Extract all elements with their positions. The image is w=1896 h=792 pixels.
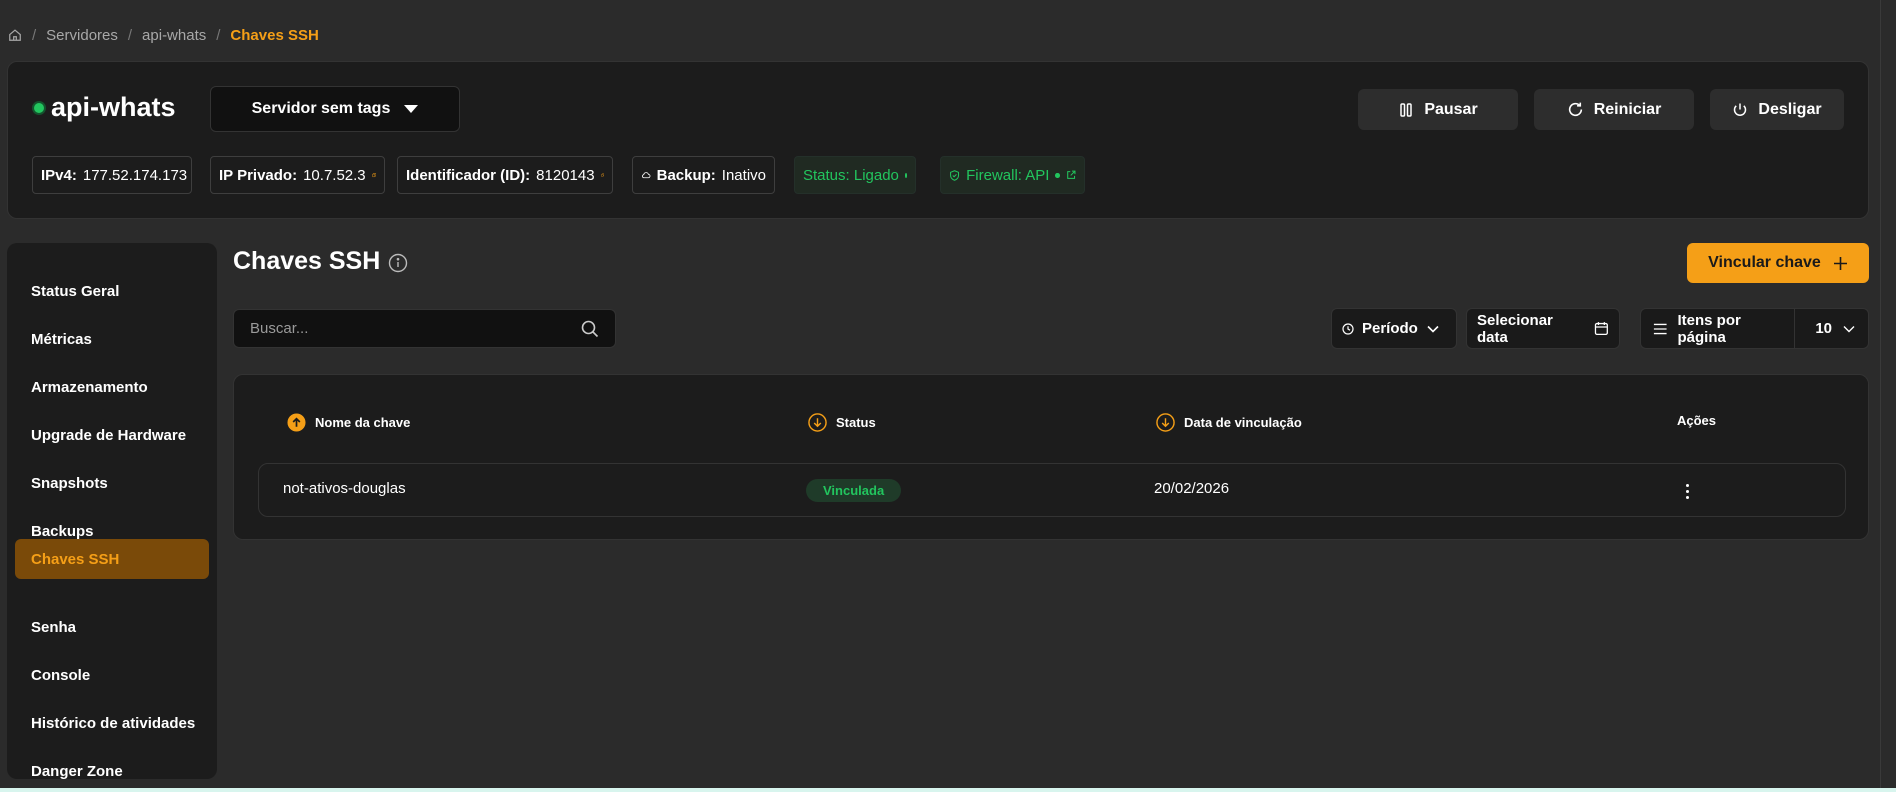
- list-icon: [1653, 323, 1667, 334]
- pause-button[interactable]: Pausar: [1358, 89, 1518, 130]
- sidebar-item-historico[interactable]: Histórico de atividades: [15, 703, 209, 743]
- backup-chip: Backup: Inativo: [632, 156, 775, 194]
- power-icon: [1734, 103, 1747, 116]
- home-icon[interactable]: [8, 28, 22, 42]
- ipv4-chip: IPv4: 177.52.174.173: [32, 156, 192, 194]
- backup-label: Backup:: [656, 166, 716, 184]
- breadcrumb-separator: /: [216, 26, 221, 44]
- breadcrumb-current: Chaves SSH: [230, 26, 319, 44]
- sort-down-icon[interactable]: [808, 413, 827, 432]
- sidebar: Status Geral Métricas Armazenamento Upgr…: [7, 243, 217, 780]
- date-filter[interactable]: Selecionar data: [1466, 308, 1620, 349]
- per-page-label-group: Itens por página: [1641, 309, 1796, 348]
- per-page-selector[interactable]: Itens por página 10: [1640, 308, 1869, 349]
- key-name-cell: not-ativos-douglas: [283, 480, 406, 497]
- sort-up-icon[interactable]: [287, 413, 306, 432]
- link-key-button[interactable]: Vincular chave: [1687, 243, 1869, 283]
- column-header-actions-label: Ações: [1677, 413, 1717, 428]
- server-title: api-whats: [51, 92, 176, 122]
- sidebar-item-danger-zone[interactable]: Danger Zone: [15, 751, 209, 791]
- table-row: not-ativos-douglas Vinculada 20/02/2026: [258, 463, 1846, 517]
- breadcrumb: / Servidores / api-whats / Chaves SSH: [8, 24, 319, 46]
- sidebar-item-senha[interactable]: Senha: [15, 607, 209, 647]
- shutdown-button[interactable]: Desligar: [1710, 89, 1844, 130]
- sidebar-item-status-geral[interactable]: Status Geral: [15, 271, 209, 311]
- ssh-keys-table: Nome da chave Status Data de vinculação …: [233, 374, 1869, 540]
- caret-down-icon: [404, 105, 419, 113]
- period-label: Período: [1362, 320, 1418, 337]
- column-header-status[interactable]: Status: [808, 413, 876, 432]
- chevron-down-icon: [1843, 325, 1855, 332]
- server-header-card: api-whats Servidor sem tags Pausar Reini…: [7, 61, 1869, 219]
- firewall-dot: [1055, 172, 1060, 178]
- clock-icon: [1342, 322, 1354, 335]
- row-actions-menu-icon[interactable]: [1677, 478, 1697, 504]
- search-icon[interactable]: [581, 320, 599, 338]
- identifier-label: Identificador (ID):: [406, 166, 531, 184]
- period-filter[interactable]: Período: [1331, 308, 1457, 349]
- backup-value: Inativo: [721, 166, 766, 184]
- link-date-cell: 20/02/2026: [1154, 480, 1230, 497]
- page-scrollbar[interactable]: [1880, 0, 1896, 792]
- info-icon[interactable]: [388, 253, 408, 273]
- calendar-icon: [1595, 322, 1609, 336]
- sidebar-item-upgrade-hardware[interactable]: Upgrade de Hardware: [15, 415, 209, 455]
- per-page-value: 10: [1815, 320, 1832, 337]
- breadcrumb-servidores[interactable]: Servidores: [46, 27, 118, 44]
- ipv4-value: 177.52.174.173: [82, 166, 188, 184]
- shield-icon: [950, 169, 960, 181]
- chevron-down-icon: [1427, 325, 1439, 333]
- firewall-chip[interactable]: Firewall: API: [940, 156, 1085, 194]
- breadcrumb-separator: /: [127, 26, 133, 44]
- server-tags-label: Servidor sem tags: [251, 100, 391, 117]
- sidebar-item-console[interactable]: Console: [15, 655, 209, 695]
- search-input[interactable]: [250, 320, 581, 337]
- pause-icon: [1400, 102, 1413, 117]
- sidebar-item-metricas[interactable]: Métricas: [15, 319, 209, 359]
- sidebar-item-snapshots[interactable]: Snapshots: [15, 463, 209, 503]
- breadcrumb-separator: /: [32, 26, 37, 44]
- column-header-name[interactable]: Nome da chave: [287, 413, 410, 432]
- sidebar-item-armazenamento[interactable]: Armazenamento: [15, 367, 209, 407]
- private-ip-chip: IP Privado: 10.7.52.3: [210, 156, 385, 194]
- status-dot: [904, 172, 907, 178]
- sidebar-item-chaves-ssh[interactable]: Chaves SSH: [15, 539, 209, 579]
- sort-down-icon[interactable]: [1156, 413, 1175, 432]
- column-header-status-label: Status: [836, 415, 876, 430]
- column-header-actions: Ações: [1677, 413, 1716, 428]
- identifier-value: 8120143: [536, 166, 595, 184]
- bottom-strip: [0, 788, 1896, 792]
- restart-button[interactable]: Reiniciar: [1534, 89, 1694, 130]
- private-ip-label: IP Privado:: [219, 166, 298, 184]
- cloud-icon: [642, 172, 651, 179]
- breadcrumb-server[interactable]: api-whats: [142, 27, 206, 44]
- plus-icon: [1833, 256, 1847, 270]
- copy-icon[interactable]: [600, 169, 604, 181]
- restart-icon: [1568, 102, 1582, 117]
- per-page-label: Itens por página: [1677, 311, 1741, 346]
- online-status-dot: [34, 102, 44, 113]
- status-badge: Vinculada: [806, 479, 902, 502]
- firewall-text: Firewall: API: [966, 166, 1050, 184]
- date-label: Selecionar data: [1477, 311, 1553, 346]
- column-header-date-label: Data de vinculação: [1184, 415, 1302, 430]
- external-link-icon: [1066, 170, 1076, 179]
- pause-label: Pausar: [1424, 100, 1478, 118]
- private-ip-value: 10.7.52.3: [303, 166, 366, 184]
- server-tags-dropdown[interactable]: Servidor sem tags: [210, 86, 460, 132]
- ipv4-label: IPv4:: [41, 166, 77, 184]
- column-header-date[interactable]: Data de vinculação: [1156, 413, 1302, 432]
- identifier-chip: Identificador (ID): 8120143: [397, 156, 613, 194]
- shutdown-label: Desligar: [1758, 100, 1822, 118]
- search-box: [233, 309, 616, 348]
- per-page-value-group[interactable]: 10: [1803, 309, 1868, 348]
- page-title: Chaves SSH: [233, 247, 381, 275]
- restart-label: Reiniciar: [1593, 100, 1662, 118]
- column-header-name-label: Nome da chave: [315, 415, 411, 430]
- status-chip: Status: Ligado: [794, 156, 916, 194]
- server-name-group: api-whats: [34, 92, 176, 123]
- link-key-label: Vincular chave: [1708, 254, 1821, 271]
- copy-icon[interactable]: [371, 169, 376, 181]
- status-text: Status: Ligado: [803, 166, 899, 184]
